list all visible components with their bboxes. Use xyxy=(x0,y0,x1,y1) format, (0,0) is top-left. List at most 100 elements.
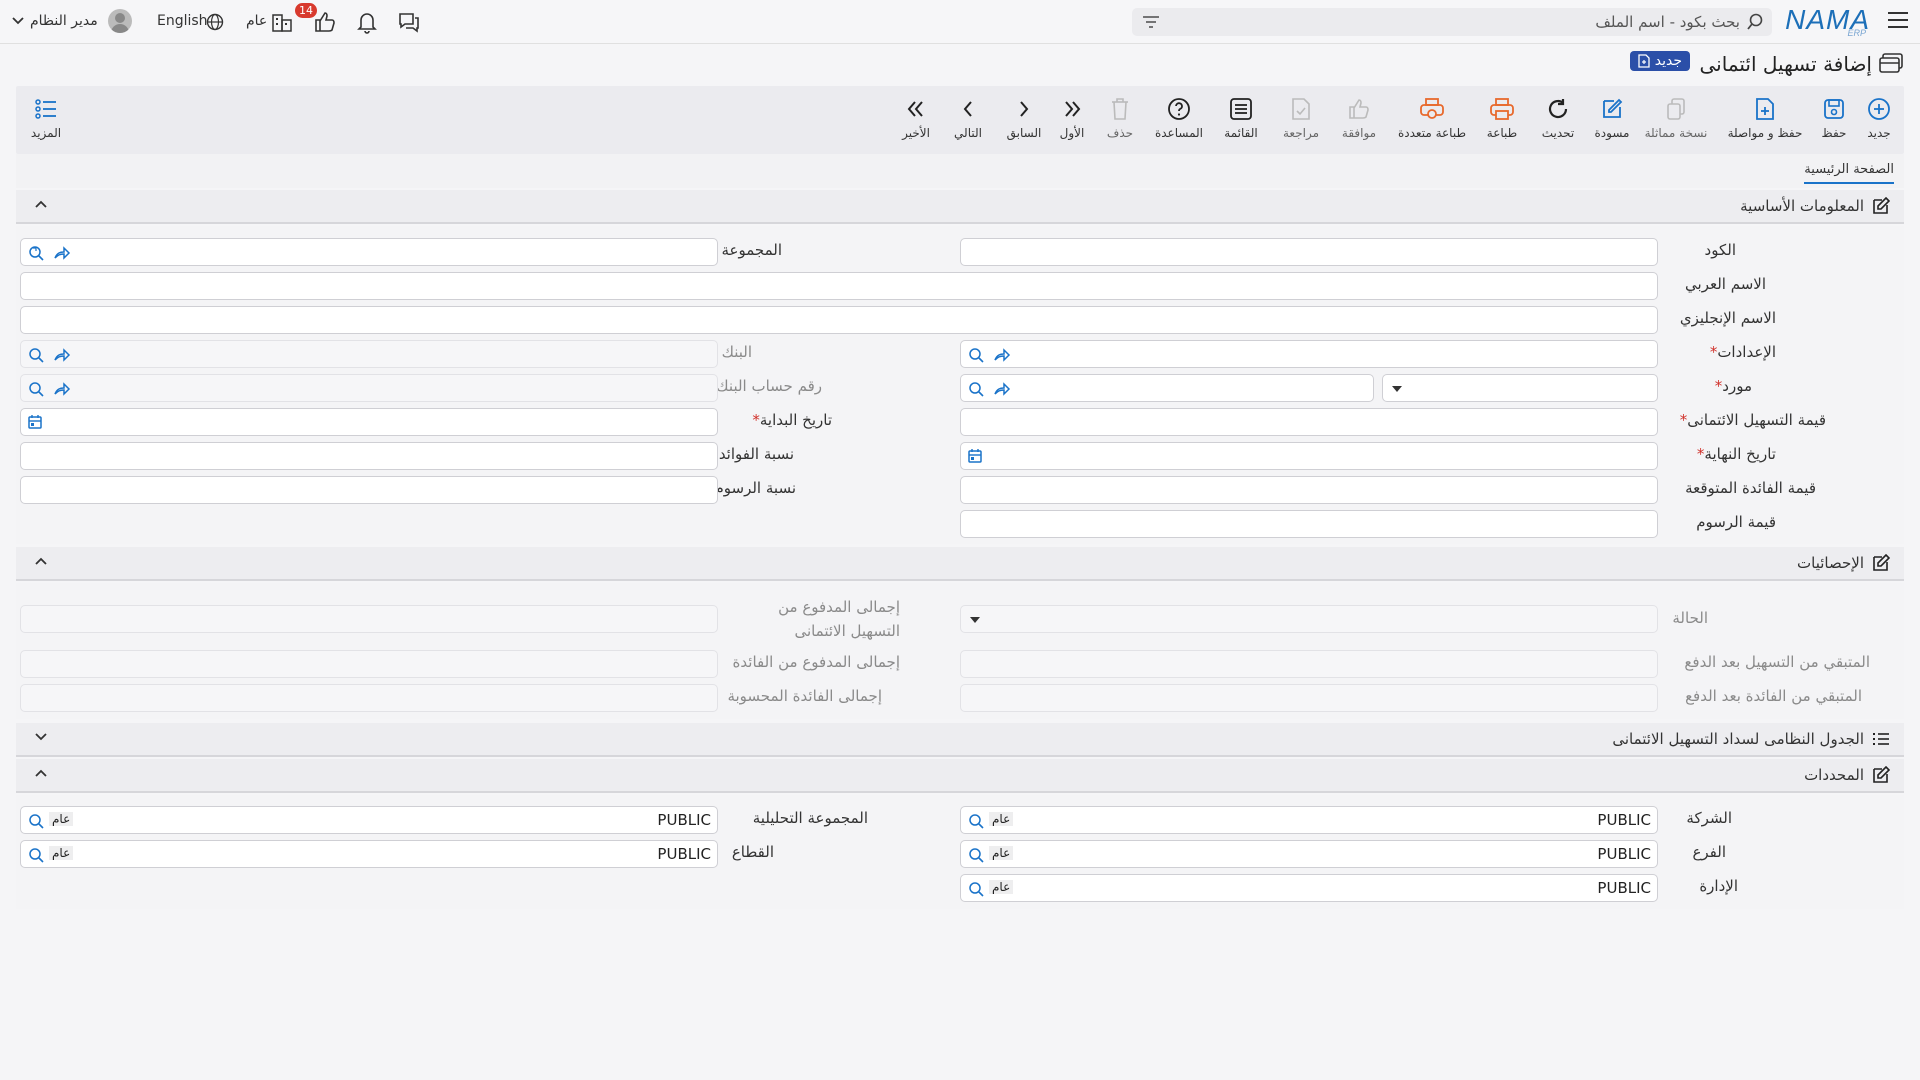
company-value: PUBLIC xyxy=(1597,811,1651,829)
search-refresh-icon[interactable] xyxy=(967,380,985,398)
toolbar: جديد حفظ حفظ و مواصلة نسخة مماثلة مسودة … xyxy=(16,86,1904,154)
share-icon[interactable] xyxy=(993,380,1011,398)
duplicate-button[interactable]: نسخة مماثلة xyxy=(1640,96,1712,148)
analytic-group-input[interactable]: عام PUBLIC xyxy=(20,806,718,834)
section-basic-body: الكود المجموعة الاسم العربي الاسم الإنجل… xyxy=(16,226,1904,544)
building-icon[interactable] xyxy=(271,12,293,32)
caret-down-icon xyxy=(1392,386,1402,392)
language-switch[interactable]: English xyxy=(157,13,208,29)
branch-label: الفرع xyxy=(1692,843,1726,861)
last-button[interactable]: الأخير xyxy=(894,96,938,148)
share-icon[interactable] xyxy=(53,346,71,364)
section-stats-header[interactable]: الإحصائيات xyxy=(16,547,1904,581)
globe-icon[interactable] xyxy=(206,13,224,31)
branch-input[interactable]: عام PUBLIC xyxy=(960,840,1658,868)
department-input[interactable]: عام PUBLIC xyxy=(960,874,1658,902)
bank-input[interactable] xyxy=(20,340,718,368)
calendar-icon[interactable] xyxy=(27,414,43,430)
total-calc-interest-input[interactable] xyxy=(20,684,718,712)
multi-print-button[interactable]: طباعة متعددة xyxy=(1392,96,1472,148)
supplier-type-select[interactable] xyxy=(1382,374,1658,402)
start-date-input[interactable] xyxy=(20,408,718,436)
status-select[interactable] xyxy=(960,605,1658,633)
avatar[interactable] xyxy=(108,9,132,33)
review-button[interactable]: مراجعة xyxy=(1276,96,1326,148)
chevron-up-icon[interactable] xyxy=(34,199,48,209)
expected-interest-input[interactable] xyxy=(960,476,1658,504)
chevron-down-icon[interactable] xyxy=(34,732,48,742)
tab-bar: الصفحة الرئيسية xyxy=(16,154,1904,188)
company-input[interactable]: عام PUBLIC xyxy=(960,806,1658,834)
scope-label[interactable]: عام xyxy=(246,13,267,29)
interest-rate-input[interactable] xyxy=(20,442,718,470)
share-icon[interactable] xyxy=(53,244,71,262)
share-icon[interactable] xyxy=(993,346,1011,364)
settings-input[interactable] xyxy=(960,340,1658,368)
supplier-input[interactable] xyxy=(960,374,1374,402)
new-button[interactable]: جديد xyxy=(1854,96,1904,148)
menu-icon[interactable] xyxy=(1888,12,1908,28)
fees-rate-input[interactable] xyxy=(20,476,718,504)
delete-button[interactable]: حذف xyxy=(1100,96,1140,148)
search-input[interactable]: بحث بكود - اسم الملف xyxy=(1132,8,1772,36)
section-dimensions-header[interactable]: المحددات xyxy=(16,759,1904,793)
total-paid-credit-input[interactable] xyxy=(20,605,718,633)
refresh-icon xyxy=(1548,99,1568,119)
first-button[interactable]: الأول xyxy=(1052,96,1092,148)
section-basic-header[interactable]: المعلومات الأساسية xyxy=(16,190,1904,224)
help-button[interactable]: المساعدة xyxy=(1152,96,1206,148)
fees-value-input[interactable] xyxy=(960,510,1658,538)
search-refresh-icon[interactable] xyxy=(27,812,45,830)
credit-value-input[interactable] xyxy=(960,408,1658,436)
remaining-interest-input[interactable] xyxy=(960,684,1658,712)
brand-logo[interactable]: NAMA ERP xyxy=(1785,4,1870,38)
supplier-label: مورد* xyxy=(1714,377,1752,395)
sector-input[interactable]: عام PUBLIC xyxy=(20,840,718,868)
section-schedule-header[interactable]: الجدول النظامى لسداد التسهيل الائتمانى xyxy=(16,723,1904,757)
print-button[interactable]: طباعة xyxy=(1480,96,1524,148)
refresh-button[interactable]: تحديث xyxy=(1536,96,1580,148)
calendar-icon[interactable] xyxy=(967,448,983,464)
search-refresh-icon[interactable] xyxy=(27,846,45,864)
draft-button[interactable]: مسودة xyxy=(1588,96,1636,148)
code-input[interactable] xyxy=(960,238,1658,266)
search-refresh-icon[interactable] xyxy=(967,880,985,898)
list-button[interactable]: القائمة xyxy=(1216,96,1266,148)
total-paid-interest-label: إجمالى المدفوع من الفائدة xyxy=(732,653,900,671)
edit-icon xyxy=(1873,554,1890,571)
tab-main[interactable]: الصفحة الرئيسية xyxy=(1804,162,1894,184)
english-name-input[interactable] xyxy=(20,306,1658,334)
user-name[interactable]: مدير النظام xyxy=(30,13,98,29)
save-continue-button[interactable]: حفظ و مواصلة xyxy=(1720,96,1810,148)
save-icon xyxy=(1824,99,1844,119)
file-check-icon xyxy=(1292,98,1310,120)
group-input[interactable] xyxy=(20,238,718,266)
chevron-up-icon[interactable] xyxy=(34,768,48,778)
search-refresh-icon[interactable] xyxy=(967,846,985,864)
bank-account-input[interactable] xyxy=(20,374,718,402)
total-paid-interest-input[interactable] xyxy=(20,650,718,678)
thumbs-up-icon[interactable] xyxy=(313,11,337,33)
credit-value-label: قيمة التسهيل الائتمانى* xyxy=(1679,411,1826,429)
chevron-up-icon[interactable] xyxy=(34,556,48,566)
share-icon[interactable] xyxy=(53,380,71,398)
bell-icon[interactable] xyxy=(356,10,378,34)
end-date-label: تاريخ النهاية* xyxy=(1696,445,1776,463)
previous-button[interactable]: السابق xyxy=(1004,96,1044,148)
search-refresh-icon[interactable] xyxy=(27,244,45,262)
arabic-name-input[interactable] xyxy=(20,272,1658,300)
filter-icon[interactable] xyxy=(1142,15,1160,29)
chat-icon[interactable] xyxy=(397,11,421,33)
save-button[interactable]: حفظ xyxy=(1812,96,1856,148)
next-button[interactable]: التالي xyxy=(948,96,988,148)
approve-button[interactable]: موافقة xyxy=(1334,96,1384,148)
search-refresh-icon[interactable] xyxy=(967,812,985,830)
search-icon xyxy=(1747,13,1763,30)
search-refresh-icon[interactable] xyxy=(967,346,985,364)
remaining-credit-input[interactable] xyxy=(960,650,1658,678)
chevron-down-icon[interactable] xyxy=(12,17,24,25)
more-button[interactable]: المزيد xyxy=(26,96,66,148)
search-refresh-icon[interactable] xyxy=(27,380,45,398)
end-date-input[interactable] xyxy=(960,442,1658,470)
search-refresh-icon[interactable] xyxy=(27,346,45,364)
